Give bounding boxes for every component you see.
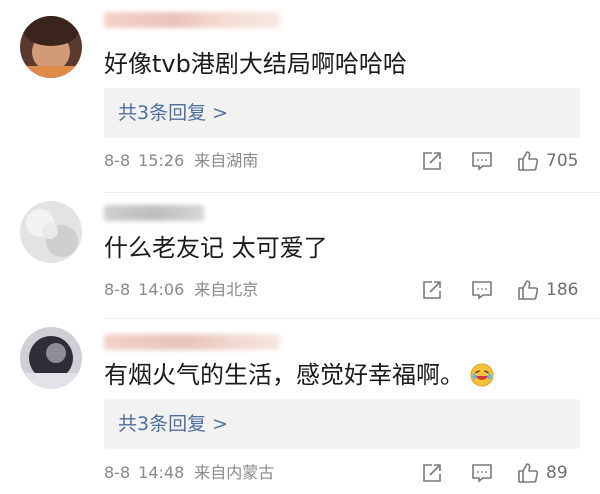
- share-icon[interactable]: [420, 278, 444, 302]
- divider: [104, 192, 600, 193]
- comment-meta: 8-8 15:26 来自湖南: [104, 150, 258, 172]
- comment-actions: 705: [420, 149, 582, 175]
- like-icon[interactable]: [516, 149, 540, 173]
- share-icon[interactable]: [420, 461, 444, 485]
- like-icon[interactable]: [516, 461, 540, 485]
- avatar[interactable]: [20, 201, 82, 263]
- reply-thread-box[interactable]: 共3条回复 >: [104, 88, 580, 138]
- laughing-face-icon: [470, 363, 494, 394]
- like-count: 89: [546, 463, 568, 483]
- like-count: 186: [546, 280, 579, 300]
- comment-time: 14:48: [138, 463, 185, 482]
- comment-text: 有烟火气的生活，感觉好幸福啊。: [104, 360, 494, 394]
- comment-icon[interactable]: [470, 149, 494, 173]
- comment-meta: 8-8 14:06 来自北京: [104, 279, 258, 301]
- comment-time: 14:06: [138, 280, 185, 299]
- comment-text: 好像tvb港剧大结局啊哈哈哈: [104, 50, 407, 78]
- reply-thread-box[interactable]: 共3条回复 >: [104, 399, 580, 449]
- comment-time: 15:26: [138, 151, 185, 170]
- comment-meta: 8-8 14:48 来自内蒙古: [104, 462, 274, 484]
- comment-date: 8-8: [104, 463, 131, 482]
- like-icon[interactable]: [516, 278, 540, 302]
- username-obscured[interactable]: [104, 334, 280, 350]
- comment-location: 来自湖南: [194, 151, 259, 170]
- divider: [104, 318, 600, 319]
- view-replies-link[interactable]: 共3条回复 >: [118, 99, 228, 127]
- comment-text: 什么老友记 太可爱了: [104, 234, 328, 262]
- comment-date: 8-8: [104, 280, 131, 299]
- username-obscured[interactable]: [104, 12, 280, 28]
- avatar[interactable]: [20, 327, 82, 389]
- share-icon[interactable]: [420, 149, 444, 173]
- comment-actions: 186: [420, 278, 582, 304]
- comment-location: 来自北京: [194, 280, 259, 299]
- username-obscured[interactable]: [104, 205, 204, 221]
- avatar[interactable]: [20, 16, 82, 78]
- like-count: 705: [546, 151, 579, 171]
- comment-date: 8-8: [104, 151, 131, 170]
- comment-actions: 89: [420, 461, 582, 487]
- comment-icon[interactable]: [470, 461, 494, 485]
- view-replies-link[interactable]: 共3条回复 >: [118, 410, 228, 438]
- comment-icon[interactable]: [470, 278, 494, 302]
- comment-location: 来自内蒙古: [194, 463, 275, 482]
- comment-text-body: 有烟火气的生活，感觉好幸福啊。: [104, 361, 464, 389]
